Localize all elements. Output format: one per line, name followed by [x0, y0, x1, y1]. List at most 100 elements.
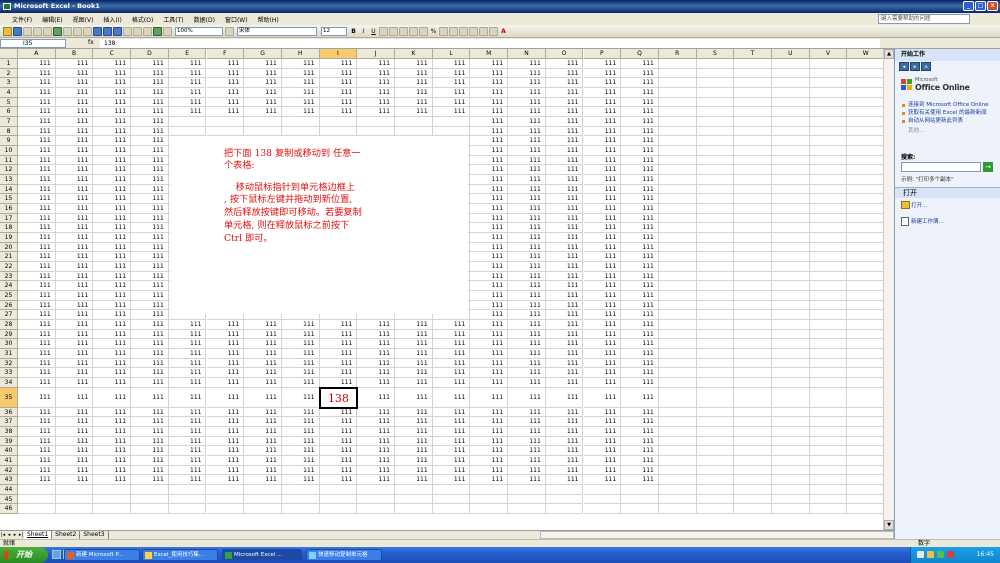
- cell[interactable]: [734, 281, 772, 292]
- copy-icon[interactable]: [83, 26, 92, 36]
- cell[interactable]: 111: [470, 368, 509, 379]
- cell[interactable]: [809, 155, 848, 166]
- cell[interactable]: [809, 320, 848, 330]
- cell[interactable]: [734, 165, 772, 176]
- cell[interactable]: 111: [470, 165, 509, 176]
- task-pane-home-icon[interactable]: ⌂: [921, 62, 931, 71]
- cell[interactable]: [658, 136, 697, 147]
- row-header[interactable]: 3: [0, 78, 18, 88]
- scroll-down-icon[interactable]: ▼: [884, 520, 894, 530]
- cell[interactable]: 111: [281, 107, 320, 117]
- cell[interactable]: 111: [357, 427, 395, 437]
- cell[interactable]: [734, 387, 772, 408]
- cell[interactable]: [847, 388, 883, 408]
- cell[interactable]: 111: [621, 291, 659, 301]
- cell[interactable]: [244, 126, 282, 137]
- cell[interactable]: 111: [168, 475, 207, 486]
- cell[interactable]: 111: [470, 78, 509, 88]
- cell[interactable]: 111: [583, 165, 622, 176]
- cell[interactable]: 111: [55, 204, 94, 214]
- cell[interactable]: [847, 175, 883, 185]
- cell[interactable]: [847, 330, 883, 340]
- cell[interactable]: 111: [470, 475, 509, 486]
- cell[interactable]: 111: [583, 78, 622, 88]
- cell[interactable]: 111: [55, 97, 94, 108]
- cell[interactable]: [847, 156, 883, 166]
- cell[interactable]: 111: [508, 88, 546, 98]
- cell[interactable]: 111: [583, 126, 622, 137]
- cell[interactable]: 111: [545, 271, 584, 282]
- decrease-decimal-icon[interactable]: [459, 26, 468, 36]
- cell[interactable]: [658, 485, 697, 495]
- cell[interactable]: 111: [583, 378, 622, 388]
- cell[interactable]: 111: [583, 407, 622, 418]
- cell[interactable]: 111: [55, 223, 94, 234]
- cell[interactable]: 111: [470, 281, 509, 292]
- cell[interactable]: 111: [131, 59, 169, 69]
- bold-button[interactable]: B: [349, 27, 358, 36]
- cell[interactable]: 111: [319, 427, 358, 437]
- cell[interactable]: 111: [470, 349, 509, 359]
- row-header[interactable]: 40: [0, 446, 18, 457]
- cell[interactable]: [809, 146, 848, 156]
- cell[interactable]: 111: [206, 465, 245, 476]
- cell[interactable]: 111: [168, 329, 207, 340]
- cell[interactable]: [809, 242, 848, 253]
- cell[interactable]: 111: [18, 155, 56, 166]
- cell[interactable]: 111: [583, 358, 622, 369]
- cell[interactable]: 111: [470, 262, 509, 272]
- cell[interactable]: 111: [583, 271, 622, 282]
- cell[interactable]: 111: [621, 97, 659, 108]
- cell[interactable]: 111: [357, 88, 395, 98]
- cell[interactable]: 111: [470, 136, 509, 147]
- cell[interactable]: 111: [395, 68, 433, 79]
- cell[interactable]: [809, 213, 848, 224]
- cell[interactable]: 111: [131, 436, 169, 447]
- cell[interactable]: 111: [470, 446, 509, 457]
- cell[interactable]: 111: [621, 456, 659, 466]
- cell[interactable]: [772, 59, 810, 69]
- cell[interactable]: 111: [281, 407, 320, 418]
- cell[interactable]: 111: [508, 155, 546, 166]
- cell[interactable]: [696, 107, 735, 117]
- cell[interactable]: 111: [583, 368, 622, 379]
- cell[interactable]: 111: [508, 223, 546, 234]
- cell[interactable]: 111: [18, 88, 56, 98]
- cell[interactable]: [809, 494, 848, 505]
- cell[interactable]: [244, 485, 282, 495]
- cell[interactable]: [281, 117, 320, 127]
- cell[interactable]: 111: [395, 465, 433, 476]
- cell[interactable]: 111: [244, 349, 282, 359]
- cell[interactable]: 111: [18, 175, 56, 185]
- cell[interactable]: 111: [432, 436, 471, 447]
- cell[interactable]: [206, 504, 245, 515]
- cell[interactable]: 111: [18, 368, 56, 379]
- cell[interactable]: 111: [244, 358, 282, 369]
- cell[interactable]: [772, 136, 810, 147]
- cell[interactable]: [658, 339, 697, 350]
- row-header[interactable]: 37: [0, 417, 18, 428]
- zoom-select[interactable]: 100%: [175, 26, 223, 36]
- cell[interactable]: 111: [55, 252, 94, 263]
- cell[interactable]: 111: [583, 349, 622, 359]
- cell[interactable]: [658, 252, 697, 263]
- cell[interactable]: 111: [319, 320, 358, 330]
- cell[interactable]: 111: [583, 233, 622, 243]
- column-header-C[interactable]: C: [93, 49, 132, 59]
- cell[interactable]: 111: [357, 97, 395, 108]
- cell[interactable]: [658, 465, 697, 476]
- cell[interactable]: 111: [621, 329, 659, 340]
- cell[interactable]: 111: [470, 213, 509, 224]
- cell[interactable]: [658, 88, 697, 98]
- taskbar-item-powerpoint[interactable]: 新建 Microsoft P...: [64, 549, 140, 561]
- sort-descending-icon[interactable]: [143, 26, 152, 36]
- cell[interactable]: 111: [432, 107, 471, 117]
- row-header[interactable]: 28: [0, 320, 18, 330]
- cell[interactable]: 111: [93, 223, 132, 234]
- cell[interactable]: 111: [93, 475, 132, 486]
- cell[interactable]: [319, 485, 358, 495]
- cell[interactable]: 111: [206, 59, 245, 69]
- cell[interactable]: 111: [470, 126, 509, 137]
- cell[interactable]: [772, 485, 810, 495]
- cell[interactable]: 111: [508, 387, 546, 408]
